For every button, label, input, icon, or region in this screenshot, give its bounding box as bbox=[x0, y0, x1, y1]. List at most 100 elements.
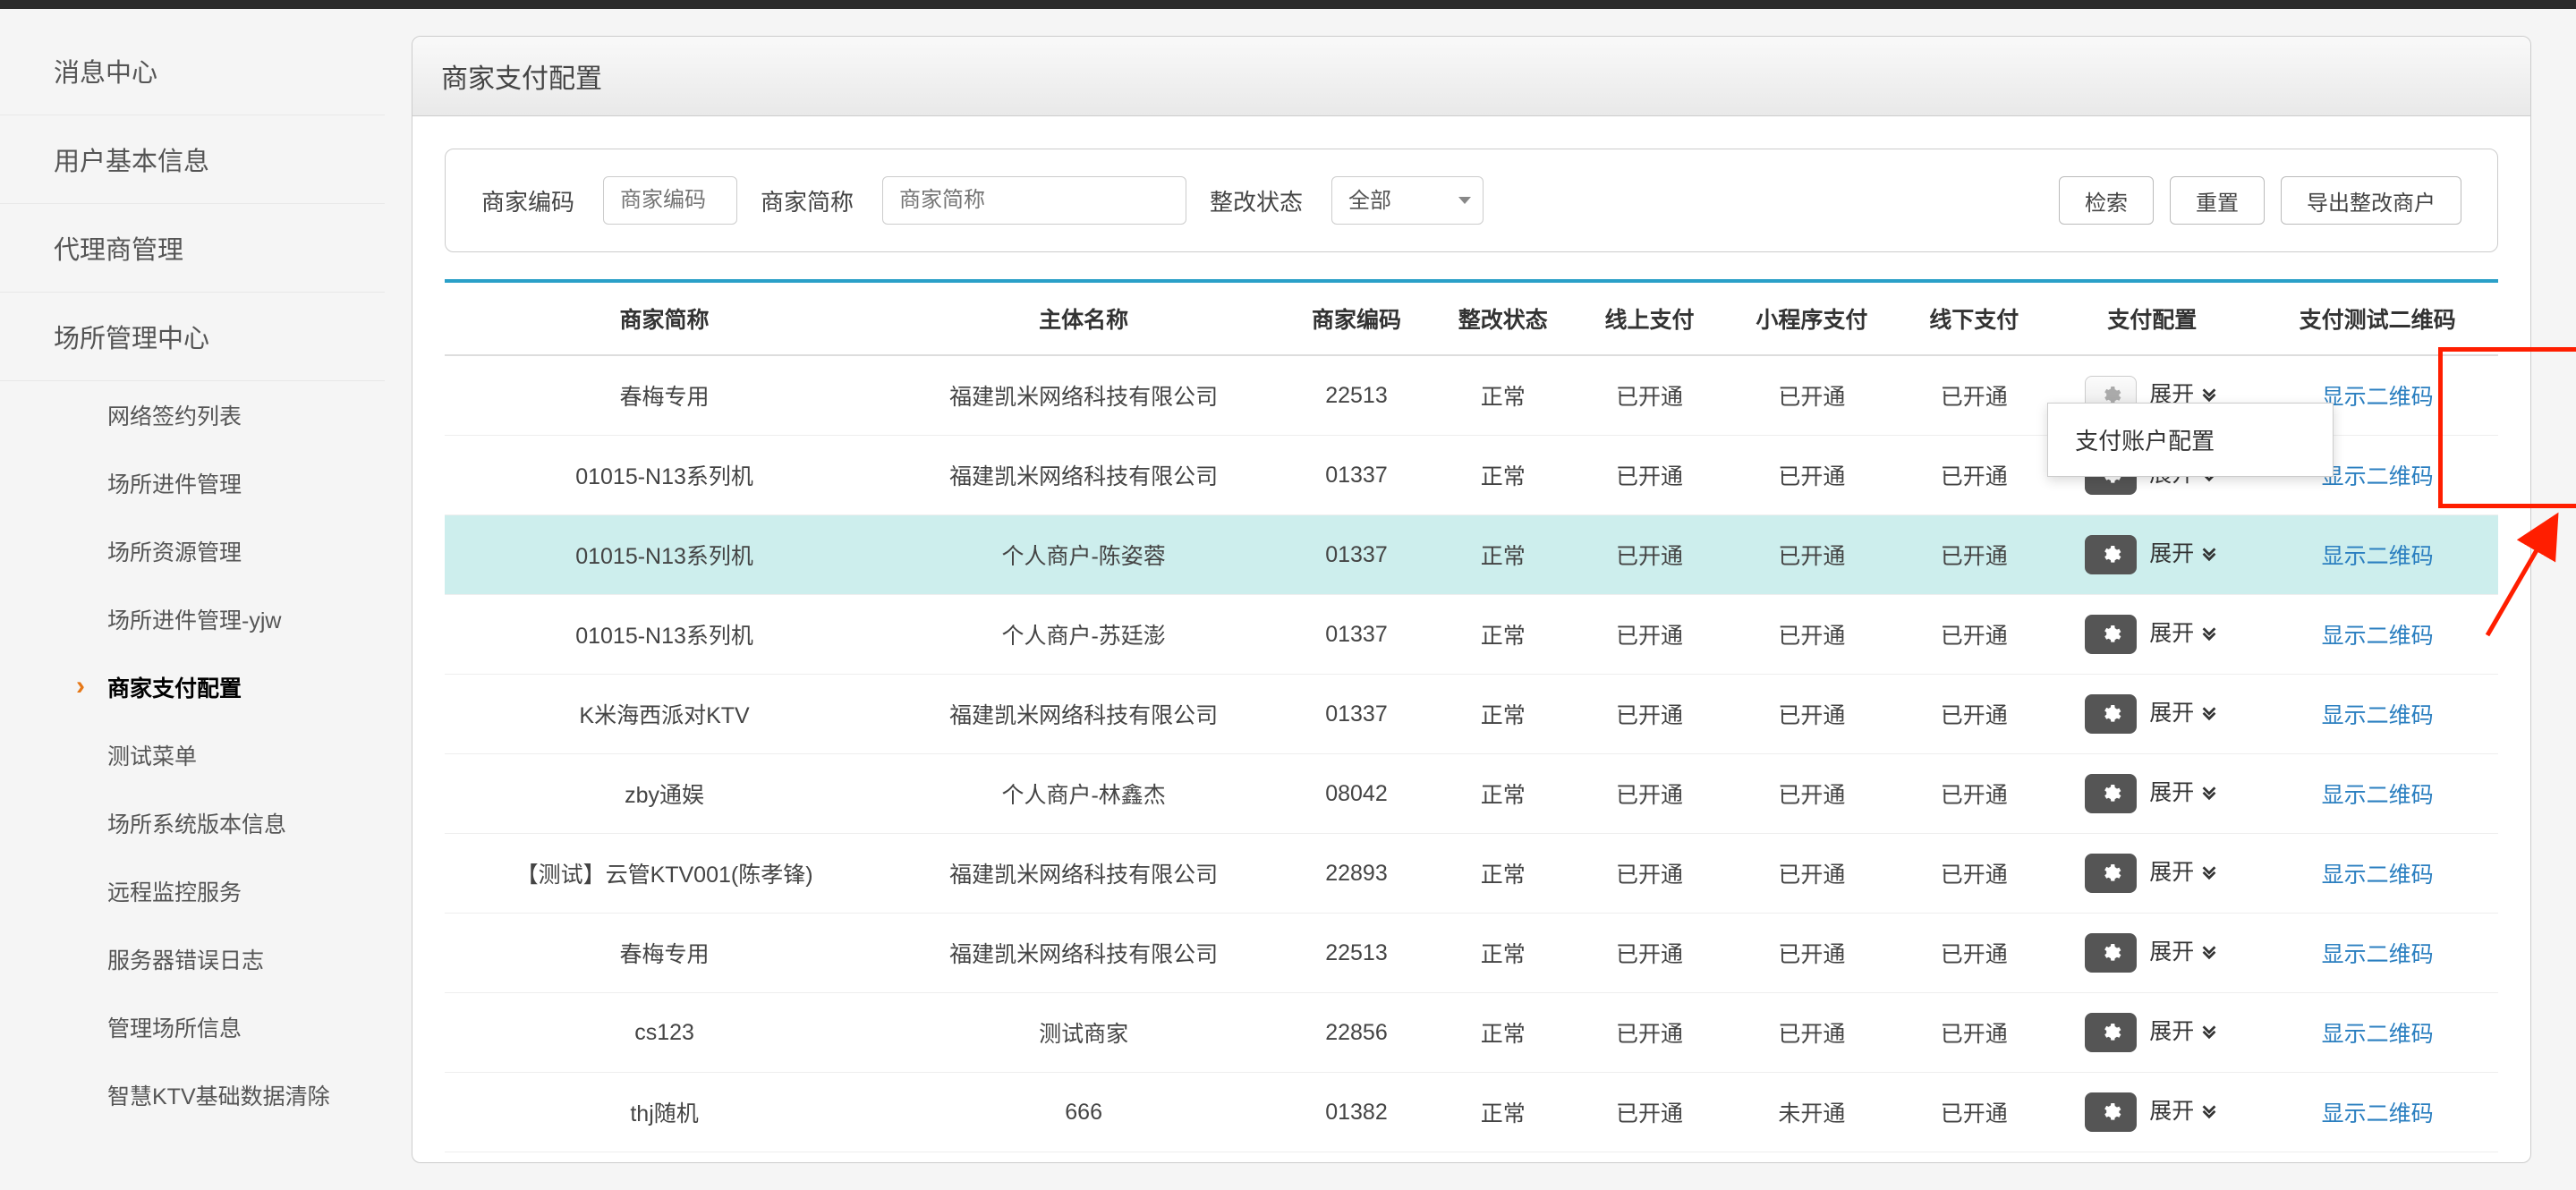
show-qr-link[interactable]: 显示二维码 bbox=[2322, 385, 2434, 410]
filter-bar: 商家编码 商家简称 整改状态 全部 检索 重置 导出整改商户 bbox=[445, 149, 2498, 252]
expand-toggle[interactable]: 展开 bbox=[2149, 934, 2219, 966]
search-button[interactable]: 检索 bbox=[2059, 176, 2154, 225]
payment-config-cell: 展开 bbox=[2047, 834, 2257, 914]
cell-entity: 测试商家 bbox=[884, 993, 1283, 1073]
cell-online: 已开通 bbox=[1577, 595, 1723, 675]
show-qr-link[interactable]: 显示二维码 bbox=[2322, 703, 2434, 728]
cell-name: 春梅专用 bbox=[445, 355, 884, 436]
qr-cell: 显示二维码 bbox=[2257, 1073, 2498, 1152]
sidebar-subitem[interactable]: 场所进件管理-yjw bbox=[0, 585, 385, 653]
table-row: 01015-N13系列机个人商户-陈姿蓉01337正常已开通已开通已开通展开 显… bbox=[445, 515, 2498, 595]
sidebar-subitem[interactable]: 场所进件管理 bbox=[0, 449, 385, 517]
expand-toggle[interactable]: 展开 bbox=[2149, 616, 2219, 648]
cell-status: 正常 bbox=[1430, 436, 1577, 515]
qr-cell: 显示二维码 bbox=[2257, 754, 2498, 834]
status-select[interactable]: 全部 bbox=[1331, 176, 1484, 225]
show-qr-link[interactable]: 显示二维码 bbox=[2322, 942, 2434, 967]
config-dropdown: 支付账户配置 bbox=[2047, 403, 2334, 477]
cell-entity: 福建凯米网络科技有限公司 bbox=[884, 834, 1283, 914]
cell-offline: 已开通 bbox=[1900, 993, 2047, 1073]
show-qr-link[interactable]: 显示二维码 bbox=[2322, 1022, 2434, 1047]
reset-button[interactable]: 重置 bbox=[2170, 176, 2265, 225]
show-qr-link[interactable]: 显示二维码 bbox=[2322, 544, 2434, 569]
qr-cell: 显示二维码 bbox=[2257, 993, 2498, 1073]
qr-cell: 显示二维码 bbox=[2257, 914, 2498, 993]
gear-icon[interactable] bbox=[2085, 615, 2137, 654]
cell-entity: 福建凯米网络科技有限公司 bbox=[884, 675, 1283, 754]
gear-icon[interactable] bbox=[2085, 774, 2137, 813]
cell-name: 春梅专用 bbox=[445, 914, 884, 993]
payment-config-cell: 展开 bbox=[2047, 595, 2257, 675]
filter-code-label: 商家编码 bbox=[481, 184, 574, 217]
sidebar-subitem[interactable]: 远程监控服务 bbox=[0, 857, 385, 925]
cell-mini: 已开通 bbox=[1722, 436, 1900, 515]
column-header: 商家简称 bbox=[445, 281, 884, 355]
sidebar-subitem[interactable]: 场所系统版本信息 bbox=[0, 789, 385, 857]
payment-config-cell: 展开 bbox=[2047, 754, 2257, 834]
payment-config-cell: 展开 bbox=[2047, 914, 2257, 993]
sidebar-subitem[interactable]: 商家支付配置 bbox=[0, 653, 385, 721]
merchant-name-input[interactable] bbox=[882, 176, 1186, 225]
gear-icon[interactable] bbox=[2085, 854, 2137, 893]
cell-online: 已开通 bbox=[1577, 355, 1723, 436]
page-title: 商家支付配置 bbox=[412, 37, 2530, 116]
table-row: thj随机66601382正常已开通未开通已开通展开 显示二维码 bbox=[445, 1073, 2498, 1152]
merchant-code-input[interactable] bbox=[603, 176, 737, 225]
expand-toggle[interactable]: 展开 bbox=[2149, 695, 2219, 727]
expand-toggle[interactable]: 展开 bbox=[2149, 1093, 2219, 1126]
cell-status: 正常 bbox=[1430, 515, 1577, 595]
sidebar-subitem[interactable]: 测试菜单 bbox=[0, 721, 385, 789]
gear-icon[interactable] bbox=[2085, 694, 2137, 734]
expand-toggle[interactable]: 展开 bbox=[2149, 1014, 2219, 1046]
gear-icon[interactable] bbox=[2085, 933, 2137, 973]
dropdown-item-pay-account[interactable]: 支付账户配置 bbox=[2048, 404, 2333, 476]
cell-status: 正常 bbox=[1430, 1073, 1577, 1152]
sidebar-item[interactable]: 消息中心 bbox=[0, 27, 385, 115]
cell-mini: 已开通 bbox=[1722, 834, 1900, 914]
show-qr-link[interactable]: 显示二维码 bbox=[2322, 783, 2434, 808]
show-qr-link[interactable]: 显示二维码 bbox=[2322, 464, 2434, 489]
cell-mini: 已开通 bbox=[1722, 355, 1900, 436]
gear-icon[interactable] bbox=[2085, 535, 2137, 574]
qr-cell: 显示二维码 bbox=[2257, 595, 2498, 675]
column-header: 支付测试二维码 bbox=[2257, 281, 2498, 355]
expand-toggle[interactable]: 展开 bbox=[2149, 775, 2219, 807]
cell-mini: 已开通 bbox=[1722, 515, 1900, 595]
sidebar-subitem[interactable]: 网络签约列表 bbox=[0, 381, 385, 449]
qr-cell: 显示二维码 bbox=[2257, 675, 2498, 754]
cell-code: 01337 bbox=[1283, 595, 1430, 675]
table-row: cs123测试商家22856正常已开通已开通已开通展开 显示二维码 bbox=[445, 993, 2498, 1073]
export-button[interactable]: 导出整改商户 bbox=[2281, 176, 2461, 225]
expand-toggle[interactable]: 展开 bbox=[2149, 536, 2219, 568]
cell-status: 正常 bbox=[1430, 754, 1577, 834]
expand-toggle[interactable]: 展开 bbox=[2149, 854, 2219, 887]
cell-status: 正常 bbox=[1430, 834, 1577, 914]
gear-icon[interactable] bbox=[2085, 1013, 2137, 1052]
sidebar-subitem[interactable]: 场所资源管理 bbox=[0, 517, 385, 585]
show-qr-link[interactable]: 显示二维码 bbox=[2322, 863, 2434, 888]
payment-config-cell: 展开 bbox=[2047, 515, 2257, 595]
sidebar-subitem[interactable]: 服务器错误日志 bbox=[0, 925, 385, 993]
table-row: zby通娱个人商户-林鑫杰08042正常已开通已开通已开通展开 显示二维码 bbox=[445, 754, 2498, 834]
sidebar-item[interactable]: 代理商管理 bbox=[0, 204, 385, 293]
cell-code: 22513 bbox=[1283, 914, 1430, 993]
cell-entity: 福建凯米网络科技有限公司 bbox=[884, 355, 1283, 436]
show-qr-link[interactable]: 显示二维码 bbox=[2322, 1101, 2434, 1126]
column-header: 整改状态 bbox=[1430, 281, 1577, 355]
cell-code: 22513 bbox=[1283, 355, 1430, 436]
column-header: 主体名称 bbox=[884, 281, 1283, 355]
qr-cell: 显示二维码 bbox=[2257, 515, 2498, 595]
cell-entity: 个人商户-陈姿蓉 bbox=[884, 515, 1283, 595]
gear-icon[interactable] bbox=[2085, 1092, 2137, 1132]
table-row: 【测试】云管KTV001(陈孝锋)福建凯米网络科技有限公司22893正常已开通已… bbox=[445, 834, 2498, 914]
show-qr-link[interactable]: 显示二维码 bbox=[2322, 624, 2434, 649]
cell-status: 正常 bbox=[1430, 914, 1577, 993]
payment-config-cell: 展开 支付账户配置 bbox=[2047, 355, 2257, 436]
sidebar-subitem[interactable]: 智慧KTV基础数据清除 bbox=[0, 1061, 385, 1129]
sidebar-item[interactable]: 用户基本信息 bbox=[0, 115, 385, 204]
cell-mini: 已开通 bbox=[1722, 993, 1900, 1073]
sidebar-item[interactable]: 场所管理中心 bbox=[0, 293, 385, 381]
sidebar-subitem[interactable]: 管理场所信息 bbox=[0, 993, 385, 1061]
cell-online: 已开通 bbox=[1577, 834, 1723, 914]
payment-config-cell: 展开 bbox=[2047, 1073, 2257, 1152]
